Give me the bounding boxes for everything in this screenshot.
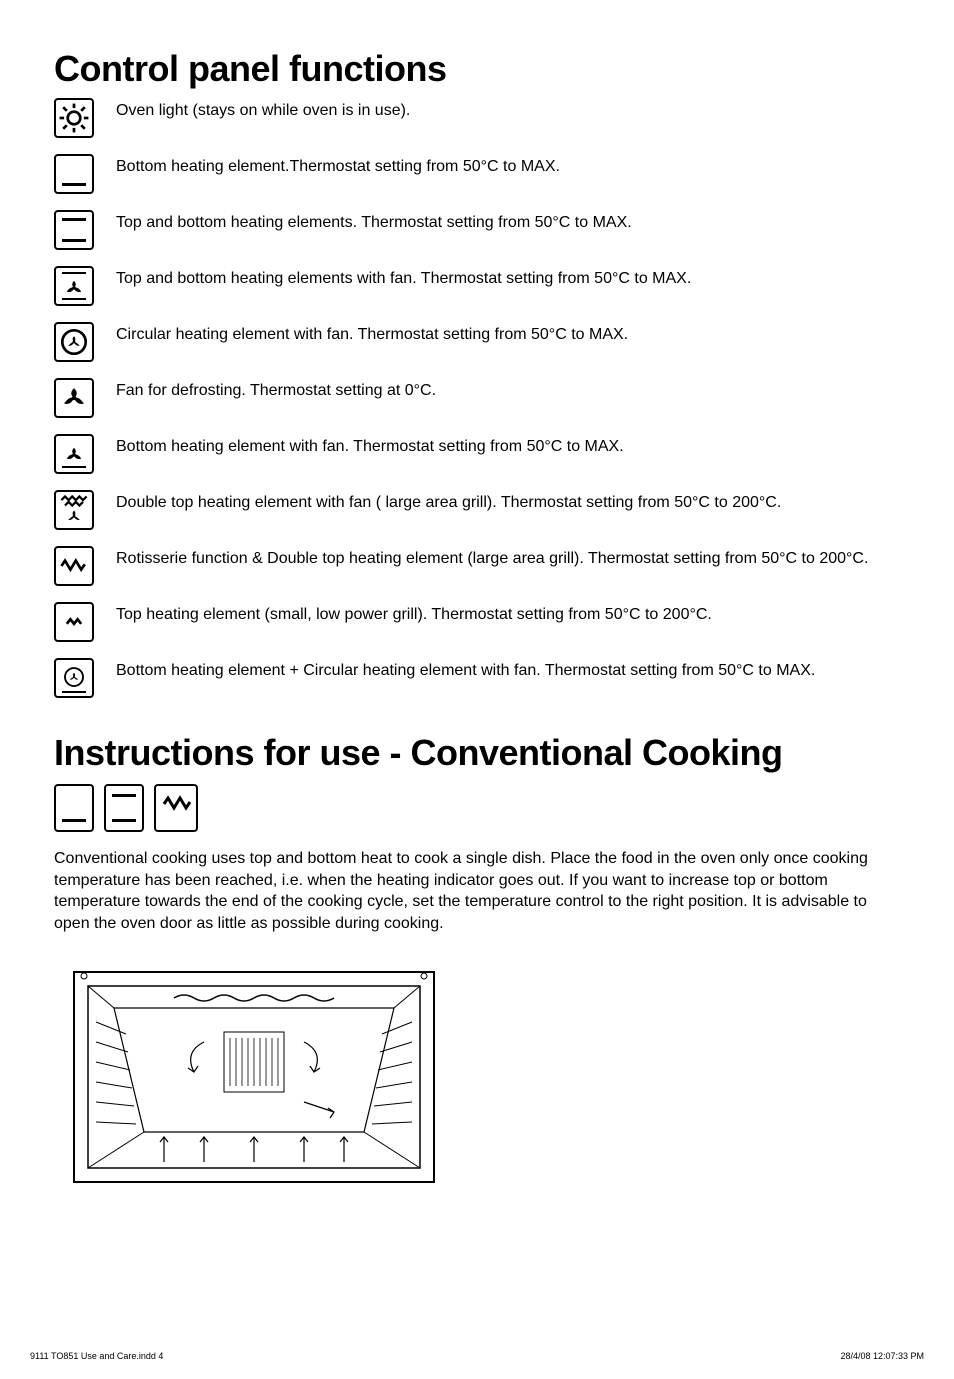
function-row: Bottom heating element + Circular heatin…: [54, 658, 900, 714]
conventional-icon-row: [54, 784, 900, 832]
bottom-circular-fan-icon: [54, 658, 94, 698]
function-desc: Top and bottom heating elements. Thermos…: [116, 210, 900, 234]
bottom-heat-icon: [54, 154, 94, 194]
bottom-fan-icon: [54, 434, 94, 474]
function-row: Top and bottom heating elements with fan…: [54, 266, 900, 322]
bottom-heat-icon: [54, 784, 94, 832]
function-row: Bottom heating element with fan. Thermos…: [54, 434, 900, 490]
page: Control panel functions Oven light (stay…: [0, 0, 954, 1379]
function-desc: Fan for defrosting. Thermostat setting a…: [116, 378, 900, 402]
top-small-grill-icon: [54, 602, 94, 642]
circular-fan-icon: [54, 322, 94, 362]
function-row: Fan for defrosting. Thermostat setting a…: [54, 378, 900, 434]
function-row: Double top heating element with fan ( la…: [54, 490, 900, 546]
heading-control-panel: Control panel functions: [54, 48, 900, 90]
oven-light-icon: [54, 98, 94, 138]
function-row: Rotisserie function & Double top heating…: [54, 546, 900, 602]
function-desc: Bottom heating element.Thermostat settin…: [116, 154, 900, 178]
function-row: Oven light (stays on while oven is in us…: [54, 98, 900, 154]
fan-defrost-icon: [54, 378, 94, 418]
function-row: Bottom heating element.Thermostat settin…: [54, 154, 900, 210]
function-desc: Top and bottom heating elements with fan…: [116, 266, 900, 290]
function-desc: Bottom heating element + Circular heatin…: [116, 658, 900, 682]
oven-interior-diagram: [54, 962, 454, 1202]
footer-right: 28/4/08 12:07:33 PM: [840, 1351, 924, 1361]
top-bottom-heat-icon: [54, 210, 94, 250]
heading-conventional: Instructions for use - Conventional Cook…: [54, 732, 900, 774]
function-row: Top and bottom heating elements. Thermos…: [54, 210, 900, 266]
function-desc: Double top heating element with fan ( la…: [116, 490, 900, 514]
page-footer: 9111 TO851 Use and Care.indd 4 28/4/08 1…: [30, 1351, 924, 1361]
function-desc: Rotisserie function & Double top heating…: [116, 546, 900, 570]
function-list: Oven light (stays on while oven is in us…: [54, 98, 900, 714]
function-desc: Circular heating element with fan. Therm…: [116, 322, 900, 346]
conventional-body-text: Conventional cooking uses top and bottom…: [54, 848, 900, 934]
top-bottom-heat-icon: [104, 784, 144, 832]
footer-left: 9111 TO851 Use and Care.indd 4: [30, 1351, 163, 1361]
double-top-fan-icon: [54, 490, 94, 530]
function-desc: Bottom heating element with fan. Thermos…: [116, 434, 900, 458]
section-conventional: Instructions for use - Conventional Cook…: [54, 732, 900, 1202]
function-desc: Top heating element (small, low power gr…: [116, 602, 900, 626]
function-row: Top heating element (small, low power gr…: [54, 602, 900, 658]
top-bottom-fan-icon: [54, 266, 94, 306]
function-desc: Oven light (stays on while oven is in us…: [116, 98, 900, 122]
grill-zigzag-icon: [154, 784, 198, 832]
rotisserie-icon: [54, 546, 94, 586]
function-row: Circular heating element with fan. Therm…: [54, 322, 900, 378]
